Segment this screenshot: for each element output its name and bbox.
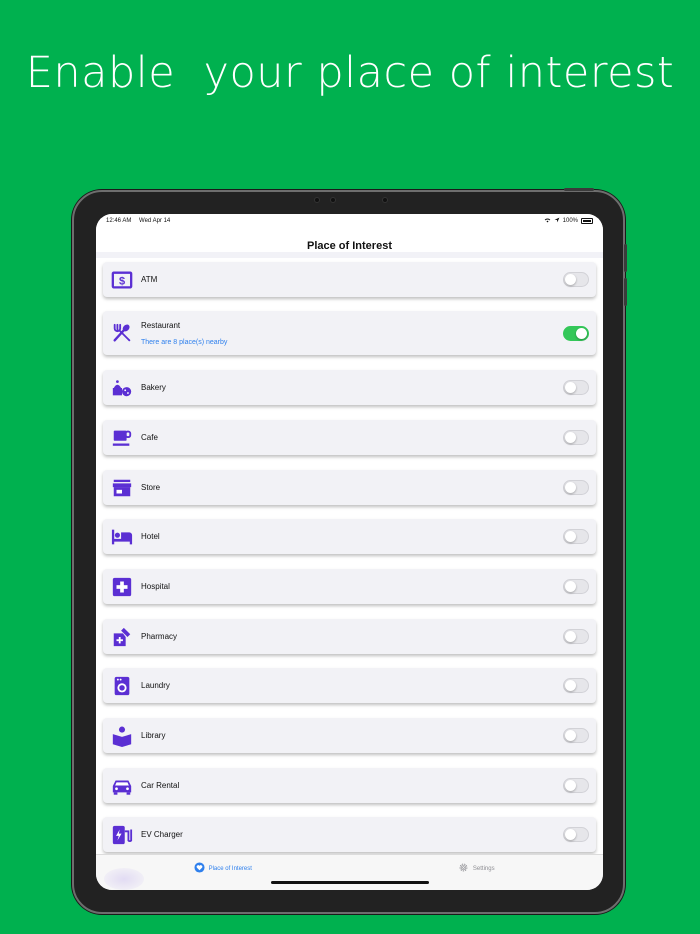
item-label: Pharmacy [141, 632, 178, 641]
sensor-dot [314, 197, 320, 203]
pharmacy-toggle[interactable] [563, 629, 589, 644]
list-item-hotel[interactable]: Hotel [103, 519, 596, 554]
nearby-count: There are 8 place(s) nearby [141, 338, 228, 346]
item-label: Restaurant [141, 320, 181, 330]
item-label: EV Charger [141, 830, 183, 839]
pharmacy-icon [111, 626, 133, 648]
cafe-toggle[interactable] [563, 430, 589, 445]
list-item-bakery[interactable]: Bakery [103, 370, 596, 405]
atm-icon: $ [111, 269, 133, 291]
reading-person-icon [111, 725, 133, 747]
list-item-hospital[interactable]: Hospital [103, 569, 596, 604]
decorative-glow [104, 868, 144, 890]
item-label: Hospital [141, 582, 170, 591]
library-toggle[interactable] [563, 728, 589, 743]
ev-charger-icon [111, 824, 133, 846]
hospital-toggle[interactable] [563, 579, 589, 594]
washing-machine-icon [111, 675, 133, 697]
battery-icon [581, 218, 593, 224]
tab-label: Place of Interest [208, 865, 252, 872]
battery-percent: 100% [562, 218, 578, 224]
tablet-frame: 12:46 AM Wed Apr 14 100% Place of Intere… [72, 188, 627, 914]
list-item-atm[interactable]: $ ATM [103, 262, 596, 297]
wifi-icon [544, 217, 551, 225]
medical-cross-icon [111, 576, 133, 598]
navigation-bar: Place of Interest [96, 228, 603, 252]
item-label: Bakery [141, 383, 166, 392]
place-list[interactable]: $ ATM Restaurant There are 8 place(s) ne… [96, 258, 603, 854]
list-item-cafe[interactable]: Cafe [103, 420, 596, 455]
item-label: Laundry [141, 681, 170, 690]
hotel-toggle[interactable] [563, 529, 589, 544]
status-bar: 12:46 AM Wed Apr 14 100% [96, 214, 603, 228]
tab-label: Settings [472, 865, 495, 872]
laundry-toggle[interactable] [563, 678, 589, 693]
volume-down-button [624, 278, 627, 306]
item-label: Library [141, 731, 166, 740]
coffee-cup-icon [111, 427, 133, 449]
status-time: 12:46 AM [106, 218, 132, 224]
list-item-ev-charger[interactable]: EV Charger [103, 817, 596, 852]
home-indicator [271, 881, 429, 884]
gear-icon [458, 862, 469, 875]
status-date: Wed Apr 14 [139, 218, 171, 224]
store-icon [111, 477, 133, 499]
item-label: Store [141, 483, 161, 492]
atm-toggle[interactable] [563, 272, 589, 287]
list-item-pharmacy[interactable]: Pharmacy [103, 619, 596, 654]
tab-settings[interactable]: Settings [350, 855, 604, 890]
top-button [564, 188, 594, 191]
svg-text:$: $ [119, 275, 125, 287]
list-item-car-rental[interactable]: Car Rental [103, 768, 596, 803]
sensor-dot-right [382, 197, 388, 203]
list-item-store[interactable]: Store [103, 470, 596, 505]
list-item-laundry[interactable]: Laundry [103, 668, 596, 703]
front-camera [330, 197, 336, 203]
headline: Enable your place of interest [25, 48, 675, 98]
car-icon [111, 775, 133, 797]
heart-icon [194, 862, 205, 875]
tab-bar: Place of Interest Settings [96, 854, 603, 890]
item-label: Hotel [141, 532, 160, 541]
fork-spoon-icon [111, 322, 133, 344]
bakery-toggle[interactable] [563, 380, 589, 395]
location-arrow-icon [554, 217, 560, 225]
ev-charger-toggle[interactable] [563, 827, 589, 842]
bed-icon [111, 526, 133, 548]
item-label: ATM [141, 275, 158, 284]
store-toggle[interactable] [563, 480, 589, 495]
volume-up-button [624, 244, 627, 272]
app-screen: 12:46 AM Wed Apr 14 100% Place of Intere… [96, 214, 603, 890]
page-title: Place of Interest [307, 240, 392, 252]
bakery-icon [111, 377, 133, 399]
restaurant-toggle[interactable] [563, 325, 589, 341]
list-item-library[interactable]: Library [103, 718, 596, 753]
item-label: Car Rental [141, 781, 180, 790]
car-rental-toggle[interactable] [563, 778, 589, 793]
list-item-restaurant[interactable]: Restaurant There are 8 place(s) nearby [103, 311, 596, 355]
item-label: Cafe [141, 433, 158, 442]
